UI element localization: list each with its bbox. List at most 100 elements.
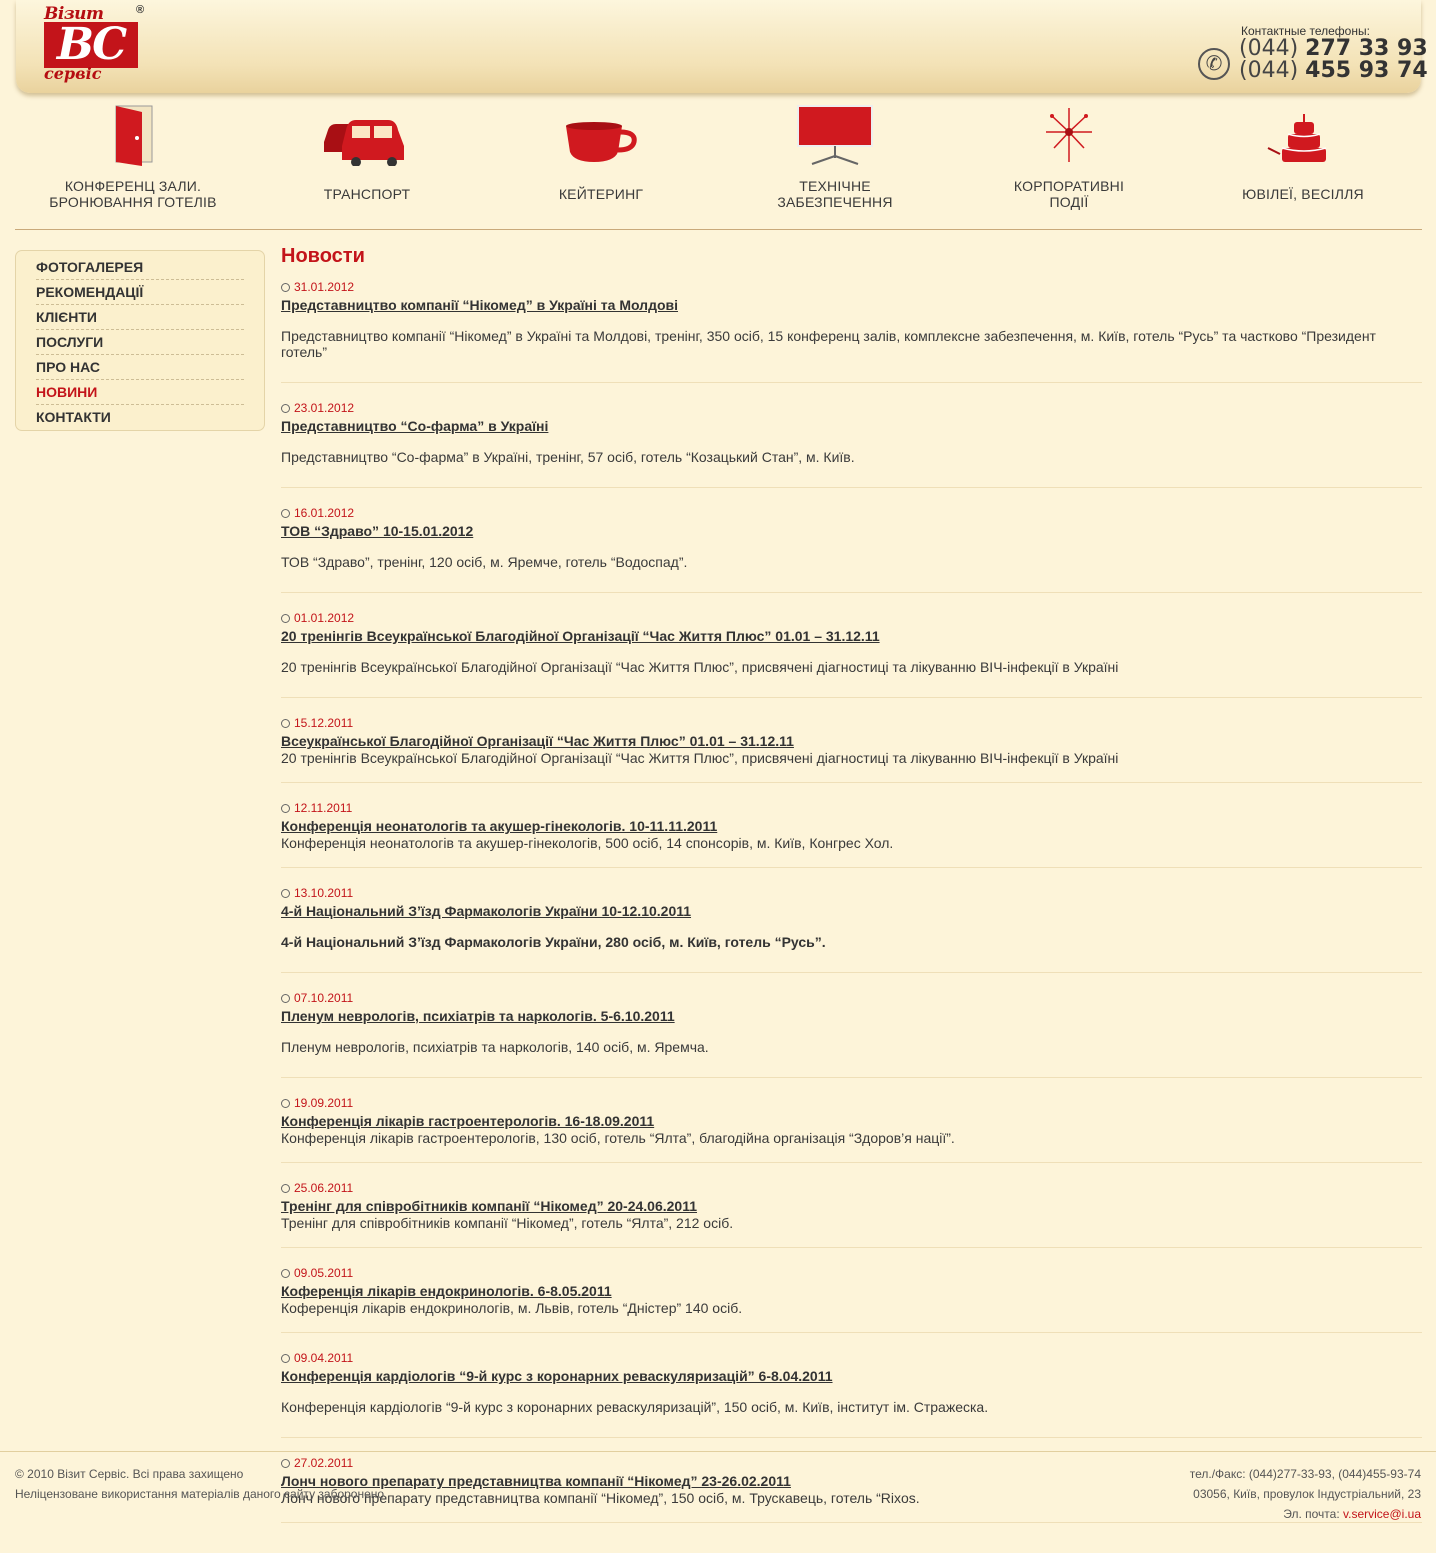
- sidebar-item-services[interactable]: ПОСЛУГИ: [36, 330, 244, 355]
- phone-code: (044): [1239, 58, 1306, 83]
- email-link[interactable]: v.service@i.ua: [1343, 1507, 1421, 1521]
- news-date: 31.01.2012: [281, 278, 1422, 296]
- copyright-notice: Неліцензоване використання матеріалів да…: [15, 1487, 388, 1501]
- services-nav: КОНФЕРЕНЦ ЗАЛИ. БРОНЮВАННЯ ГОТЕЛІВ ТРАНС…: [16, 98, 1421, 218]
- news-title-link[interactable]: Пленум неврологів, психіатрів та нарколо…: [281, 1007, 1422, 1025]
- sidebar-item-gallery[interactable]: ФОТОГАЛЕРЕЯ: [36, 255, 244, 280]
- fireworks-icon: [1046, 108, 1092, 162]
- projector-screen-icon: [797, 105, 873, 165]
- sidebar-item-clients[interactable]: КЛІЄНТИ: [36, 305, 244, 330]
- service-label: КОРПОРАТИВНІ ПОДІЇ: [1013, 178, 1125, 210]
- news-date: 13.10.2011: [281, 884, 1422, 902]
- news-date-text: 12.11.2011: [294, 801, 353, 815]
- sidebar-item-contacts[interactable]: КОНТАКТИ: [36, 405, 244, 430]
- clock-icon: [281, 994, 290, 1003]
- sidebar-item-about[interactable]: ПРО НАС: [36, 355, 244, 380]
- news-title-link[interactable]: Коференція лікарів ендокринологів. 6-8.0…: [281, 1282, 1422, 1300]
- logo-bottom-text: сервіс: [44, 64, 102, 83]
- news-date-text: 01.01.2012: [294, 611, 355, 625]
- news-text: Конференція неонатологів та акушер-гінек…: [281, 835, 894, 851]
- site-logo[interactable]: Візит ® ВС сервіс: [40, 4, 150, 84]
- news-text: Представництво “Со-фарма” в Україні, тре…: [281, 449, 855, 465]
- service-label: ЮВІЛЕЇ, ВЕСІЛЛЯ: [1242, 186, 1364, 202]
- news-title-link[interactable]: Тренінг для співробітників компанії “Нік…: [281, 1197, 1422, 1215]
- news-text: 4-й Національний З’їзд Фармакологів Укра…: [281, 934, 826, 950]
- news-date: 15.12.2011: [281, 714, 1422, 732]
- news-text: Тренінг для співробітників компанії “Нік…: [281, 1215, 734, 1231]
- news-date: 23.01.2012: [281, 399, 1422, 417]
- news-date: 19.09.2011: [281, 1094, 1422, 1112]
- news-title-link[interactable]: Конференція неонатологів та акушер-гінек…: [281, 817, 1422, 835]
- service-label: КОНФЕРЕНЦ ЗАЛИ. БРОНЮВАННЯ ГОТЕЛІВ: [49, 178, 217, 210]
- news-list: 31.01.2012 Представництво компанії “Ніком…: [281, 276, 1422, 1523]
- news-text: Конференція лікарів гастроентерологів, 1…: [281, 1130, 955, 1146]
- footer-divider: [0, 1451, 1436, 1452]
- news-item: 09.05.2011 Коференція лікарів ендокриноло…: [281, 1248, 1422, 1333]
- news-date-text: 15.12.2011: [294, 716, 354, 730]
- news-title-link[interactable]: 4-й Національний З’їзд Фармакологів Укра…: [281, 902, 1422, 920]
- news-date: 12.11.2011: [281, 799, 1422, 817]
- news-date-text: 13.10.2011: [294, 886, 354, 900]
- clock-icon: [281, 614, 290, 623]
- news-item: 07.10.2011 Пленум неврологів, психіатрів …: [281, 973, 1422, 1078]
- news-title-link[interactable]: Представництво “Со-фарма” в Україні: [281, 417, 1422, 435]
- service-technical[interactable]: ТЕХНІЧНЕ ЗАБЕЗПЕЧЕННЯ: [718, 98, 952, 218]
- news-text: Представництво компанії “Нікомед” в Укра…: [281, 328, 1376, 360]
- news-date: 25.06.2011: [281, 1179, 1422, 1197]
- news-date: 09.04.2011: [281, 1349, 1422, 1367]
- news-text: ТОВ “Здраво”, тренінг, 120 осіб, м. Ярем…: [281, 554, 688, 570]
- cup-icon: [566, 122, 637, 162]
- footer-email-line: Эл. почта: v.service@i.ua: [1190, 1504, 1421, 1524]
- news-item: 13.10.2011 4-й Національний З’їзд Фармако…: [281, 868, 1422, 973]
- clock-icon: [281, 1099, 290, 1108]
- service-label: КЕЙТЕРИНГ: [558, 186, 644, 202]
- contact-phones: ✆ Контактные телефоны: (044) 277 33 93 (…: [1198, 24, 1428, 83]
- news-date-text: 07.10.2011: [294, 991, 354, 1005]
- news-title-link[interactable]: Конференція лікарів гастроентерологів. 1…: [281, 1112, 1422, 1130]
- phone-number-1: (044) 277 33 93: [1239, 38, 1428, 60]
- news-item: 25.06.2011 Тренінг для співробітників ком…: [281, 1163, 1422, 1248]
- divider: [15, 229, 1422, 230]
- news-text: Пленум неврологів, психіатрів та нарколо…: [281, 1039, 709, 1055]
- clock-icon: [281, 1269, 290, 1278]
- service-label: ТЕХНІЧНЕ ЗАБЕЗПЕЧЕННЯ: [777, 178, 893, 210]
- service-label: ТРАНСПОРТ: [323, 186, 411, 202]
- copyright-text: © 2010 Візит Сервіс. Всі права захищено: [15, 1467, 244, 1481]
- service-conference-halls[interactable]: КОНФЕРЕНЦ ЗАЛИ. БРОНЮВАННЯ ГОТЕЛІВ: [16, 98, 250, 218]
- service-corporate-events[interactable]: КОРПОРАТИВНІ ПОДІЇ: [952, 98, 1186, 218]
- footer-contacts: тел./Факс: (044)277-33-93, (044)455-93-7…: [1190, 1464, 1421, 1524]
- service-anniversaries-weddings[interactable]: ЮВІЛЕЇ, ВЕСІЛЛЯ: [1186, 98, 1420, 218]
- site-header: Візит ® ВС сервіс ✆ Контактные телефоны:…: [16, 0, 1428, 93]
- cars-icon: [324, 120, 404, 166]
- door-icon: [115, 105, 153, 166]
- news-title-link[interactable]: ТОВ “Здраво” 10-15.01.2012: [281, 522, 1422, 540]
- news-title-link[interactable]: Всеукраїнської Благодійної Організації “…: [281, 732, 1422, 750]
- news-text: Коференція лікарів ендокринологів, м. Ль…: [281, 1300, 743, 1316]
- service-catering[interactable]: КЕЙТЕРИНГ: [484, 98, 718, 218]
- service-transport[interactable]: ТРАНСПОРТ: [250, 98, 484, 218]
- news-item: 16.01.2012 ТОВ “Здраво” 10-15.01.2012 ТОВ …: [281, 488, 1422, 593]
- news-date: 07.10.2011: [281, 989, 1422, 1007]
- clock-icon: [281, 804, 290, 813]
- sidebar-menu: ФОТОГАЛЕРЕЯ РЕКОМЕНДАЦІЇ КЛІЄНТИ ПОСЛУГИ…: [15, 250, 265, 431]
- news-item: 23.01.2012 Представництво “Со-фарма” в Ук…: [281, 383, 1422, 488]
- news-item: 12.11.2011 Конференція неонатологів та ак…: [281, 783, 1422, 868]
- news-date-text: 09.04.2011: [294, 1351, 354, 1365]
- news-item: 19.09.2011 Конференція лікарів гастроенте…: [281, 1078, 1422, 1163]
- news-title-link[interactable]: Конференція кардіологів “9-й курс з коро…: [281, 1367, 1422, 1385]
- news-date-text: 09.05.2011: [294, 1266, 354, 1280]
- sidebar-item-news[interactable]: НОВИНИ: [36, 380, 244, 405]
- news-item: 15.12.2011 Всеукраїнської Благодійної Орг…: [281, 698, 1422, 783]
- news-date-text: 23.01.2012: [294, 401, 355, 415]
- phone-number-2: (044) 455 93 74: [1239, 58, 1428, 83]
- clock-icon: [281, 404, 290, 413]
- news-title-link[interactable]: Представництво компанії “Нікомед” в Укра…: [281, 296, 1422, 314]
- sidebar-item-recommendations[interactable]: РЕКОМЕНДАЦІЇ: [36, 280, 244, 305]
- news-date-text: 19.09.2011: [294, 1096, 354, 1110]
- news-date-text: 31.01.2012: [294, 280, 355, 294]
- email-label: Эл. почта:: [1283, 1507, 1344, 1521]
- news-title-link[interactable]: 20 тренінгів Всеукраїнської Благодійної …: [281, 627, 1422, 645]
- news-item: 31.01.2012 Представництво компанії “Ніком…: [281, 276, 1422, 383]
- clock-icon: [281, 1184, 290, 1193]
- news-text: Конференція кардіологів “9-й курс з коро…: [281, 1399, 989, 1415]
